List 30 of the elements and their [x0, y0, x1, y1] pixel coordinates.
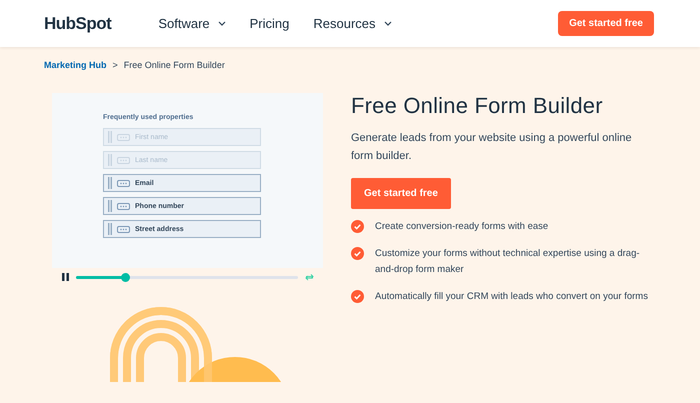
feature-text: Customize your forms without technical expertise using a drag-and-drop form maker [375, 247, 641, 277]
breadcrumb-current: Free Online Form Builder [124, 60, 225, 70]
logo[interactable]: HubSpot [44, 14, 112, 34]
chevron-down-icon [384, 21, 392, 26]
text-field-icon [117, 156, 130, 164]
loop-icon[interactable] [305, 273, 314, 281]
nav-menu-item[interactable]: Pricing [250, 16, 290, 31]
nav-menu-item[interactable]: Software [158, 16, 226, 31]
drag-handle-icon [108, 177, 112, 189]
progress-thumb[interactable] [120, 272, 130, 282]
breadcrumb-separator: > [112, 60, 118, 70]
drag-handle-icon [108, 200, 112, 212]
drag-handle-icon [108, 223, 112, 235]
text-field-icon [117, 226, 130, 232]
nav-menu-item[interactable]: Resources [313, 16, 392, 31]
feature-text: Create conversion-ready forms with ease [375, 220, 548, 234]
text-field-icon [117, 180, 130, 186]
description: Generate leads from your website using a powerful online form builder. [351, 131, 633, 164]
check-icon [351, 290, 364, 303]
drag-handle-icon [108, 131, 112, 143]
drag-handle-icon [108, 154, 112, 166]
check-icon [351, 220, 364, 233]
feature-text: Automatically fill your CRM with leads who convert on your forms [375, 290, 648, 304]
text-field-icon [117, 202, 130, 210]
pause-icon[interactable] [62, 273, 69, 281]
text-field-icon [117, 134, 130, 140]
page-title: Free Online Form Builder [351, 93, 604, 119]
check-icon [351, 247, 364, 260]
breadcrumb-link[interactable]: Marketing Hub [44, 60, 107, 70]
chevron-down-icon [218, 21, 226, 26]
